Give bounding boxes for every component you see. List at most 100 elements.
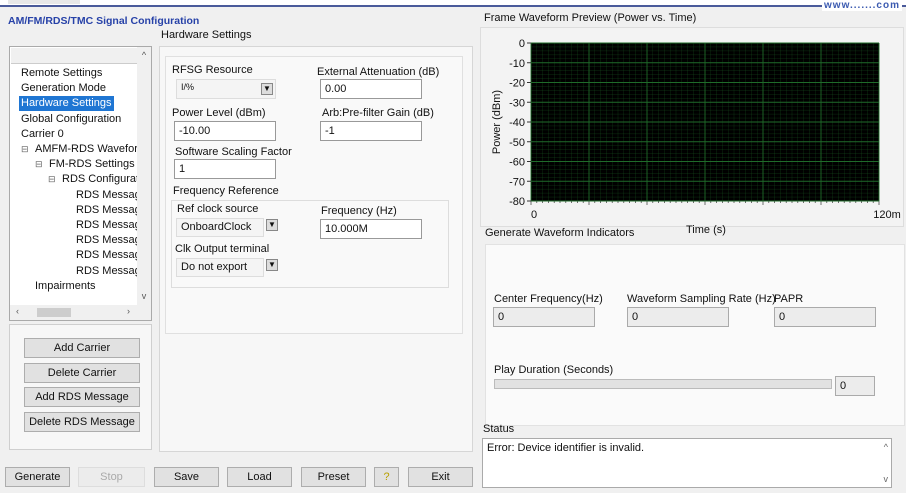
scroll-down-icon[interactable]: v (884, 474, 889, 484)
power-vs-time-chart: 0 -10 -20 -30 -40 -50 -60 -70 -80 0 120m Power (dBm… (491, 38, 901, 221)
navigation-tree[interactable]: Remote Settings Generation Mode Hardware S… (9, 46, 152, 321)
tree-header (11, 48, 137, 64)
x-axis-label: Time (s) (686, 224, 726, 236)
expand-collapse-icon[interactable]: ⊟ (21, 142, 29, 157)
tree-item[interactable]: RDS Messag (76, 264, 137, 279)
tree-item[interactable]: RDS Configurat (62, 172, 137, 187)
y-tick-label: -80 (509, 196, 525, 208)
indicators-panel: Center Frequency(Hz) 0 Waveform Sampling… (485, 244, 905, 426)
arb-prefilter-gain-input[interactable]: -1 (320, 121, 422, 141)
y-tick-label: -20 (509, 78, 525, 90)
tree-item[interactable]: Global Configuration (21, 112, 121, 127)
play-duration-value: 0 (835, 376, 875, 396)
hardware-settings-panel: RFSG Resource I/% ▼ External Attenuation… (159, 46, 473, 452)
ref-clock-source-label: Ref clock source (177, 203, 259, 215)
window-tab[interactable] (8, 0, 80, 4)
sampling-rate-label: Waveform Sampling Rate (Hz) (627, 293, 776, 305)
preset-button[interactable]: Preset (301, 467, 366, 487)
tree-item[interactable]: Generation Mode (21, 81, 106, 96)
scroll-left-icon[interactable]: ‹ (16, 306, 19, 316)
tree-item[interactable]: RDS Messag (76, 203, 137, 218)
expand-collapse-icon[interactable]: ⊟ (35, 157, 43, 172)
software-scaling-label: Software Scaling Factor (175, 146, 292, 158)
status-label: Status (483, 423, 515, 435)
tree-item[interactable]: RDS Messag (76, 233, 137, 248)
play-duration-label: Play Duration (Seconds) (494, 364, 614, 376)
top-bar (0, 0, 906, 7)
papr-value: 0 (774, 307, 876, 327)
tree-item[interactable]: RDS Messag (76, 248, 137, 263)
frequency-label: Frequency (Hz) (321, 205, 397, 217)
external-attenuation-input[interactable]: 0.00 (320, 79, 422, 99)
y-axis-label: Power (dBm) (491, 90, 503, 154)
side-button-panel: Add Carrier Delete Carrier Add RDS Messa… (9, 324, 152, 450)
tree-item[interactable]: Impairments (35, 279, 96, 294)
expand-collapse-icon[interactable]: ⊟ (48, 172, 56, 187)
y-tick-label: -50 (509, 137, 525, 149)
center-frequency-label: Center Frequency(Hz) (494, 293, 603, 305)
tree-item[interactable]: AMFM-RDS Wavefor (35, 142, 137, 157)
save-button[interactable]: Save (154, 467, 219, 487)
dropdown-arrow-icon[interactable]: ▼ (261, 83, 273, 95)
indicators-title: Generate Waveform Indicators (485, 227, 635, 239)
dropdown-arrow-icon[interactable]: ▼ (266, 219, 278, 231)
tree-horizontal-scrollbar[interactable]: ‹ › (10, 305, 151, 320)
status-textbox[interactable]: Error: Device identifier is invalid. ^ v (482, 438, 892, 488)
load-button[interactable]: Load (227, 467, 292, 487)
rfsg-resource-label: RFSG Resource (172, 64, 253, 76)
delete-carrier-button[interactable]: Delete Carrier (24, 363, 140, 383)
preview-title: Frame Waveform Preview (Power vs. Time) (484, 12, 697, 24)
generate-button[interactable]: Generate (5, 467, 70, 487)
y-tick-label: -70 (509, 176, 525, 188)
software-scaling-input[interactable]: 1 (174, 159, 276, 179)
power-level-label: Power Level (dBm) (172, 107, 266, 119)
delete-rds-message-button[interactable]: Delete RDS Message (24, 412, 140, 432)
tree-item[interactable]: RDS Messag (76, 188, 137, 203)
external-attenuation-label: External Attenuation (dB) (317, 66, 440, 78)
tree-item[interactable]: RDS Messag (76, 218, 137, 233)
tree-vertical-scrollbar[interactable]: ^ v (137, 47, 151, 305)
section-title: Hardware Settings (161, 29, 252, 41)
power-level-input[interactable]: -10.00 (174, 121, 276, 141)
help-button[interactable]: ? (374, 467, 399, 487)
y-tick-label: -40 (509, 117, 525, 129)
add-carrier-button[interactable]: Add Carrier (24, 338, 140, 358)
tree-item[interactable]: Carrier 0 (21, 127, 64, 142)
arb-prefilter-gain-label: Arb:Pre-filter Gain (dB) (322, 107, 434, 119)
exit-button[interactable]: Exit (408, 467, 473, 487)
tree-item[interactable]: FM-RDS Settings (49, 157, 135, 172)
dropdown-arrow-icon[interactable]: ▼ (266, 259, 278, 271)
x-tick-label: 0 (531, 209, 537, 221)
center-frequency-value: 0 (493, 307, 595, 327)
y-tick-label: -10 (509, 58, 525, 70)
clk-output-terminal-select[interactable]: Do not export (176, 258, 264, 277)
papr-label: PAPR (774, 293, 804, 305)
rfsg-resource-value: I/% (181, 82, 195, 92)
sampling-rate-value: 0 (627, 307, 729, 327)
ref-clock-source-value: OnboardClock (181, 221, 252, 233)
play-duration-progress (494, 379, 832, 389)
frequency-reference-title: Frequency Reference (173, 185, 279, 197)
x-tick-label: 120m (873, 209, 901, 221)
y-tick-label: -60 (509, 157, 525, 169)
clk-output-terminal-value: Do not export (181, 261, 248, 273)
tree-item[interactable]: Hardware Settings (19, 96, 114, 112)
scroll-right-icon[interactable]: › (127, 306, 130, 316)
scroll-down-icon[interactable]: v (137, 291, 151, 301)
y-tick-label: 0 (519, 38, 525, 50)
waveform-preview-panel: 0 -10 -20 -30 -40 -50 -60 -70 -80 0 120m Power (dBm… (480, 27, 904, 227)
scroll-up-icon[interactable]: ^ (137, 50, 151, 60)
stop-button[interactable]: Stop (78, 467, 145, 487)
watermark: www.......com (822, 0, 902, 11)
scroll-thumb[interactable] (37, 308, 71, 317)
ref-clock-source-select[interactable]: OnboardClock (176, 218, 264, 237)
add-rds-message-button[interactable]: Add RDS Message (24, 387, 140, 407)
rfsg-resource-select[interactable]: I/% ▼ (176, 79, 276, 99)
tree-item[interactable]: Remote Settings (21, 66, 102, 81)
app-title: AM/FM/RDS/TMC Signal Configuration (8, 15, 200, 27)
scroll-up-icon[interactable]: ^ (884, 442, 888, 452)
clk-output-terminal-label: Clk Output terminal (175, 243, 270, 255)
status-text: Error: Device identifier is invalid. (487, 442, 645, 454)
y-tick-label: -30 (509, 97, 525, 109)
frequency-input[interactable]: 10.000M (320, 219, 422, 239)
